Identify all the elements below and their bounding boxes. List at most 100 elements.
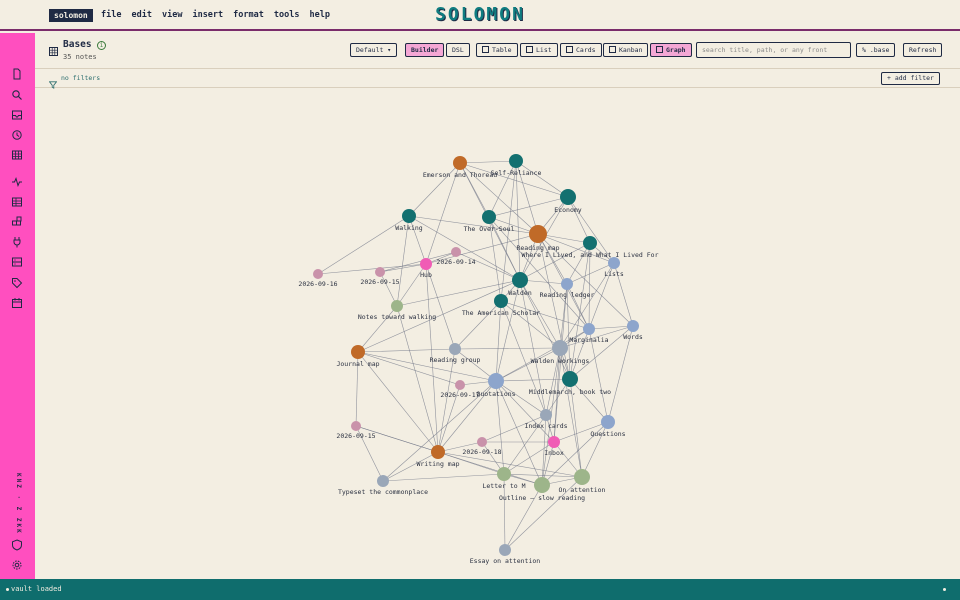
activity-icon[interactable]	[11, 176, 23, 188]
graph-node-on-attention[interactable]: On attention	[559, 469, 606, 494]
file-icon[interactable]	[11, 68, 23, 80]
view-table-button[interactable]: Table	[476, 43, 518, 57]
info-icon[interactable]: i	[97, 41, 106, 50]
gear-icon[interactable]	[11, 559, 23, 571]
graph-node-circle[interactable]	[313, 269, 323, 279]
graph-node-d0916[interactable]: 2026-09-16	[298, 269, 338, 288]
graph-node-label: Essay on attention	[470, 557, 541, 565]
graph-node-circle[interactable]	[402, 209, 416, 223]
graph-node-circle[interactable]	[499, 544, 511, 556]
graph-node-label: Emerson and Thoreau	[423, 171, 497, 179]
search-input[interactable]	[696, 42, 851, 58]
default-view-select[interactable]: Default ▾	[350, 43, 398, 57]
graph-node-middlemarch[interactable]: Middlemarch, book two	[529, 371, 611, 396]
graph-node-circle[interactable]	[583, 323, 595, 335]
base-file-button[interactable]: % .base	[856, 43, 896, 57]
graph-node-circle[interactable]	[529, 225, 547, 243]
graph-node-circle[interactable]	[451, 247, 461, 257]
graph-node-circle[interactable]	[497, 467, 511, 481]
graph-node-circle[interactable]	[391, 300, 403, 312]
graph-node-circle[interactable]	[574, 469, 590, 485]
graph-view[interactable]: Emerson and Thoreau Self-Reliance Economy W…	[35, 88, 960, 578]
graph-node-circle[interactable]	[561, 278, 573, 290]
graph-node-index-cards[interactable]: Index cards	[524, 409, 568, 430]
graph-node-economy[interactable]: Economy	[554, 189, 582, 214]
graph-node-circle[interactable]	[375, 267, 385, 277]
storage-icon[interactable]	[11, 256, 23, 268]
graph-node-circle[interactable]	[601, 415, 615, 429]
shield-icon[interactable]	[11, 539, 23, 551]
graph-node-circle[interactable]	[562, 371, 578, 387]
graph-node-reading-ledger[interactable]: Reading ledger	[540, 278, 595, 299]
graph-canvas[interactable]: Emerson and ThoreauSelf-Reliance Economy W…	[35, 88, 960, 578]
graph-node-self-reliance[interactable]: Self-Reliance	[491, 154, 542, 177]
blocks-icon[interactable]	[11, 216, 23, 228]
graph-node-reading-group[interactable]: Reading group	[430, 343, 481, 364]
graph-node-circle[interactable]	[453, 156, 467, 170]
graph-node-circle[interactable]	[560, 189, 576, 205]
graph-node-typeset[interactable]: Typeset the commonplace	[338, 475, 428, 496]
graph-node-circle[interactable]	[512, 272, 528, 288]
graph-node-quotations[interactable]: Quotations	[476, 373, 516, 398]
graph-nodes: Emerson and ThoreauSelf-Reliance Economy W…	[298, 154, 659, 565]
status-indicator	[943, 588, 946, 591]
calendar-icon[interactable]	[11, 297, 23, 309]
graph-node-d0914[interactable]: 2026-09-14	[436, 247, 476, 266]
builder-toggle[interactable]: Builder	[405, 43, 445, 57]
search-icon[interactable]	[11, 89, 23, 101]
view-list-button[interactable]: List	[520, 43, 558, 57]
view-cards-button[interactable]: Cards	[560, 43, 602, 57]
calendar-grid-icon[interactable]	[11, 149, 23, 161]
graph-edge	[382, 473, 505, 482]
table-icon[interactable]	[11, 196, 23, 208]
graph-node-label: Writing map	[416, 460, 459, 468]
graph-node-circle[interactable]	[431, 445, 445, 459]
graph-node-circle[interactable]	[477, 437, 487, 447]
graph-node-circle[interactable]	[540, 409, 552, 421]
tag-icon[interactable]	[11, 277, 23, 289]
status-text: vault loaded	[11, 585, 62, 593]
graph-node-label: Walking	[395, 224, 422, 232]
dsl-toggle[interactable]: DSL	[446, 43, 470, 57]
graph-node-circle[interactable]	[351, 421, 361, 431]
graph-node-circle[interactable]	[455, 380, 465, 390]
graph-node-label: Marginalia	[569, 336, 608, 344]
view-graph-button[interactable]: Graph	[650, 43, 692, 57]
graph-node-circle[interactable]	[351, 345, 365, 359]
graph-node-label: 2026-09-15	[360, 278, 399, 286]
graph-node-circle[interactable]	[583, 236, 597, 250]
graph-node-journal-map[interactable]: Journal map	[336, 345, 380, 368]
graph-node-essay-attention[interactable]: Essay on attention	[470, 544, 541, 565]
graph-node-circle[interactable]	[377, 475, 389, 487]
graph-node-d0917[interactable]: 2026-09-17	[440, 380, 480, 399]
graph-node-circle[interactable]	[509, 154, 523, 168]
history-icon[interactable]	[11, 129, 23, 141]
graph-node-circle[interactable]	[608, 257, 620, 269]
add-filter-button[interactable]: + add filter	[881, 72, 940, 85]
graph-node-circle[interactable]	[552, 340, 568, 356]
left-rail: KNZ · Z ZKK	[0, 33, 35, 579]
graph-node-american-scholar[interactable]: The American Scholar	[462, 294, 540, 317]
graph-node-d0918[interactable]: 2026-09-18	[462, 437, 502, 456]
graph-node-circle[interactable]	[534, 477, 550, 493]
graph-node-circle[interactable]	[449, 343, 461, 355]
graph-node-circle[interactable]	[488, 373, 504, 389]
graph-node-label: Lists	[604, 270, 624, 278]
inbox-icon[interactable]	[11, 109, 23, 121]
graph-node-walking[interactable]: Walking	[395, 209, 423, 232]
graph-node-circle[interactable]	[627, 320, 639, 332]
graph-node-notes-walking[interactable]: Notes toward walking	[358, 300, 436, 321]
graph-node-circle[interactable]	[548, 436, 560, 448]
refresh-button[interactable]: Refresh	[903, 43, 943, 57]
graph-node-circle[interactable]	[494, 294, 508, 308]
graph-node-hub[interactable]: Hub	[420, 258, 432, 279]
graph-node-circle[interactable]	[482, 210, 496, 224]
graph-node-marginalia[interactable]: Marginalia	[569, 323, 609, 344]
graph-node-emerson[interactable]: Emerson and Thoreau	[423, 156, 497, 179]
graph-node-over-soul[interactable]: The Over-Soul	[464, 210, 515, 233]
view-kanban-button[interactable]: Kanban	[603, 43, 649, 57]
graph-node-words[interactable]: Words	[623, 320, 643, 341]
graph-node-label: 2026-09-16	[298, 280, 337, 288]
graph-node-circle[interactable]	[420, 258, 432, 270]
plug-icon[interactable]	[11, 236, 23, 248]
